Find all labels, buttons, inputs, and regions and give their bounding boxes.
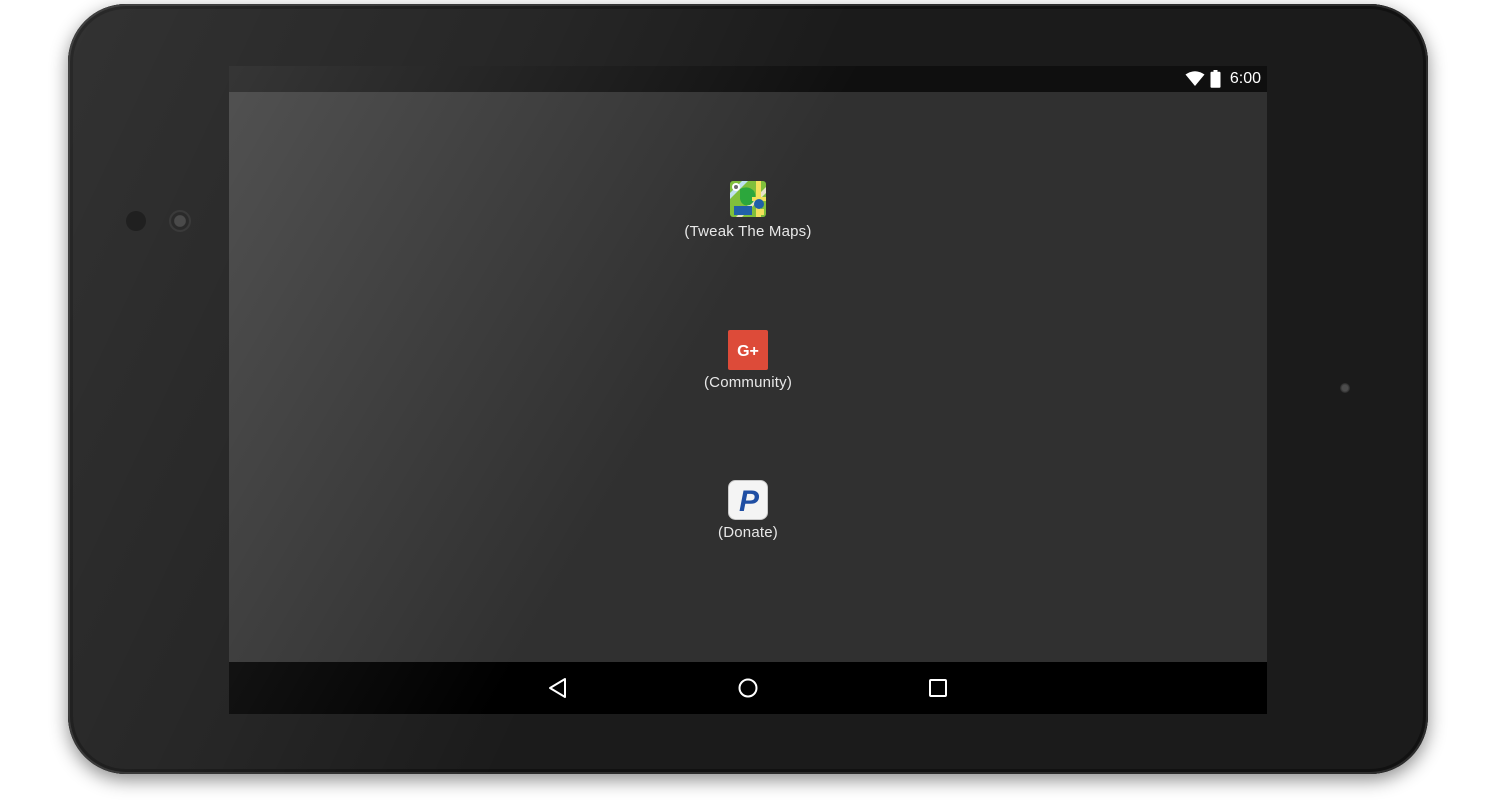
status-icons: 6:00 [1185, 70, 1261, 88]
home-icon [738, 678, 758, 698]
navigation-bar [229, 662, 1267, 714]
community-item[interactable]: G+ (Community) [648, 330, 848, 391]
app-content: (Tweak The Maps) G+ (Community) P (Donat… [229, 92, 1267, 662]
home-button[interactable] [728, 668, 768, 708]
wifi-icon [1185, 71, 1205, 86]
recents-icon [929, 679, 947, 697]
tweak-the-maps-label: (Tweak The Maps) [684, 223, 812, 240]
device-screen: 6:00 (Tweak The Maps) G+ (Community) P (… [229, 66, 1267, 714]
svg-text:P: P [739, 485, 760, 518]
battery-icon [1210, 70, 1221, 88]
donate-item[interactable]: P (Donate) [648, 480, 848, 541]
status-clock: 6:00 [1229, 70, 1261, 87]
donate-label: (Donate) [718, 524, 778, 541]
status-bar: 6:00 [229, 66, 1267, 92]
back-icon [549, 678, 566, 698]
maps-tweaker-app-icon [730, 181, 766, 217]
google-plus-icon: G+ [728, 330, 768, 370]
svg-text:G+: G+ [737, 343, 759, 360]
community-label: (Community) [703, 374, 793, 391]
paypal-icon: P [728, 480, 768, 520]
recents-button[interactable] [918, 668, 958, 708]
front-camera [169, 210, 191, 232]
tweak-the-maps-item[interactable]: (Tweak The Maps) [648, 179, 848, 240]
back-button[interactable] [538, 668, 578, 708]
side-sensor [1340, 383, 1350, 393]
front-sensor [126, 211, 146, 231]
